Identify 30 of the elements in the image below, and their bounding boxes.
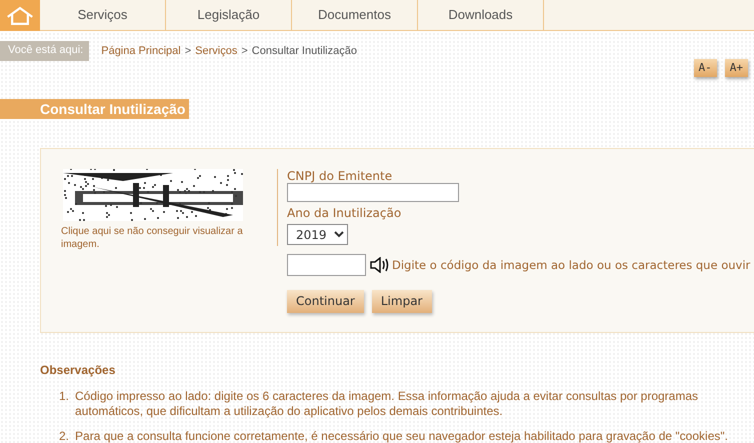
font-size-button[interactable]: A+ [724,58,748,77]
nav-tab[interactable]: Legislação [166,0,292,30]
item-number: 1. [59,389,70,405]
observation-text: Código impresso ao lado: digite os 6 caracteres da imagem. Essa informação ajuda a evitar consultas por programas automáticos, que dificultam a utilização do aplicativo pelos demais contribuintes. [75,389,700,419]
breadcrumb-label: Você está aqui: [0,41,90,60]
breadcrumb-separator: > [184,44,192,56]
page-title: Consultar Inutilização [0,99,190,119]
item-number: 2. [59,429,70,443]
field-label: Ano da Inutilização [287,206,402,220]
field-label: CNPJ do Emitente [287,169,394,183]
observation-text: Para que a consulta funcione corretamente, é necessário que seu navegador esteja habilitado para gravação de "cookies". [75,429,728,443]
form-button[interactable]: Limpar [372,290,432,313]
year-select[interactable]: 2019 [287,224,348,245]
home-button[interactable] [0,0,40,31]
code-hint: Digite o código da imagem ao lado ou os caracteres que ouvir [392,258,750,272]
help-link[interactable]: Clique aqui se não conseguir visualizar a imagem. [61,225,269,251]
nav-tab[interactable]: Downloads [418,0,544,30]
breadcrumb-link[interactable]: Página Principal [101,44,181,56]
home-icon [6,4,34,26]
form-button[interactable]: Continuar [287,290,364,313]
section-title: Observações [40,362,116,379]
breadcrumb-current: Consultar Inutilização [252,44,357,56]
breadcrumb-link[interactable]: Serviços [195,44,238,56]
nav-tab[interactable]: Serviços [40,0,166,30]
nav-tab[interactable]: Documentos [292,0,418,30]
code-field[interactable] [287,254,366,276]
cnpj-field[interactable] [287,183,459,202]
breadcrumb-separator: > [241,44,248,56]
speaker-icon[interactable] [370,257,390,273]
font-size-button[interactable]: A- [694,58,717,77]
